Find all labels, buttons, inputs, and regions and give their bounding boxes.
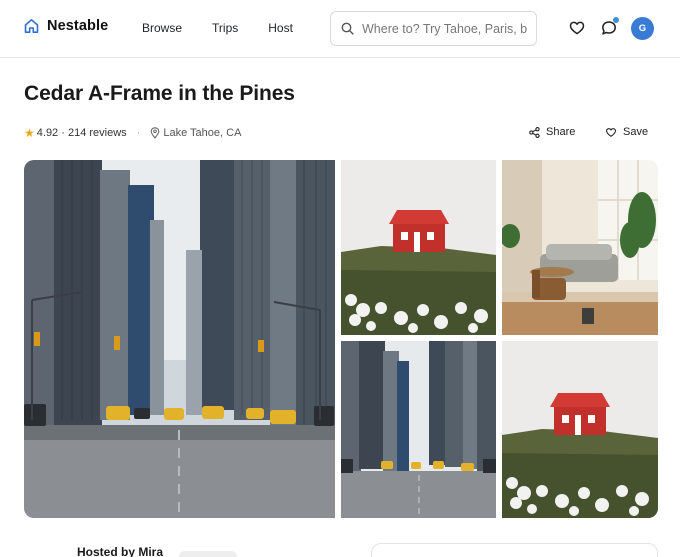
location[interactable]: Lake Tahoe, CA <box>150 127 241 139</box>
save-button[interactable]: Save <box>605 126 648 138</box>
rating-separator: · <box>58 127 68 139</box>
photo-city-street[interactable] <box>341 341 496 518</box>
nav-host[interactable]: Host <box>268 21 293 35</box>
share-button[interactable]: Share <box>529 126 575 138</box>
booking-card <box>371 543 658 557</box>
notification-dot <box>613 17 619 23</box>
photo-cabin-1[interactable] <box>341 160 496 335</box>
host-badge <box>179 551 237 557</box>
heart-icon[interactable] <box>569 20 585 36</box>
search-input[interactable] <box>362 21 532 36</box>
meta-separator: · <box>136 127 141 139</box>
star-icon: ★ <box>24 126 35 140</box>
main-nav: Browse Trips Host <box>142 21 293 35</box>
photo-cabin-2[interactable] <box>502 341 658 518</box>
location-pin-icon <box>150 127 160 139</box>
search-icon <box>341 22 354 35</box>
brand-logo[interactable]: Nestable <box>24 18 108 34</box>
photo-living-room[interactable] <box>502 160 658 335</box>
listing-meta: ★ 4.92 · 214 reviews · Lake Tahoe, CA <box>24 126 241 140</box>
brand-name: Nestable <box>47 18 109 34</box>
review-count[interactable]: 214 reviews <box>68 127 127 139</box>
share-icon <box>529 126 540 138</box>
save-label: Save <box>623 126 649 138</box>
red-cabin-photo <box>341 160 496 335</box>
listing-title: Cedar A-Frame in the Pines <box>24 82 295 105</box>
share-label: Share <box>546 126 576 138</box>
search-box[interactable] <box>330 11 537 46</box>
user-avatar[interactable]: G <box>631 17 654 40</box>
city-street-photo <box>24 160 335 518</box>
nav-browse[interactable]: Browse <box>142 21 182 35</box>
city-street-photo <box>341 341 496 518</box>
red-cabin-photo <box>502 341 658 518</box>
home-icon <box>24 19 39 33</box>
top-header: Nestable Browse Trips Host G <box>0 0 680 58</box>
photo-gallery <box>24 160 658 518</box>
location-text: Lake Tahoe, CA <box>163 127 242 139</box>
host-heading: Hosted by Mira <box>77 545 164 557</box>
living-room-photo <box>502 160 658 335</box>
photo-main[interactable] <box>24 160 335 518</box>
rating-value: 4.92 <box>36 127 59 139</box>
nav-trips[interactable]: Trips <box>212 21 238 35</box>
heart-icon <box>605 127 617 137</box>
